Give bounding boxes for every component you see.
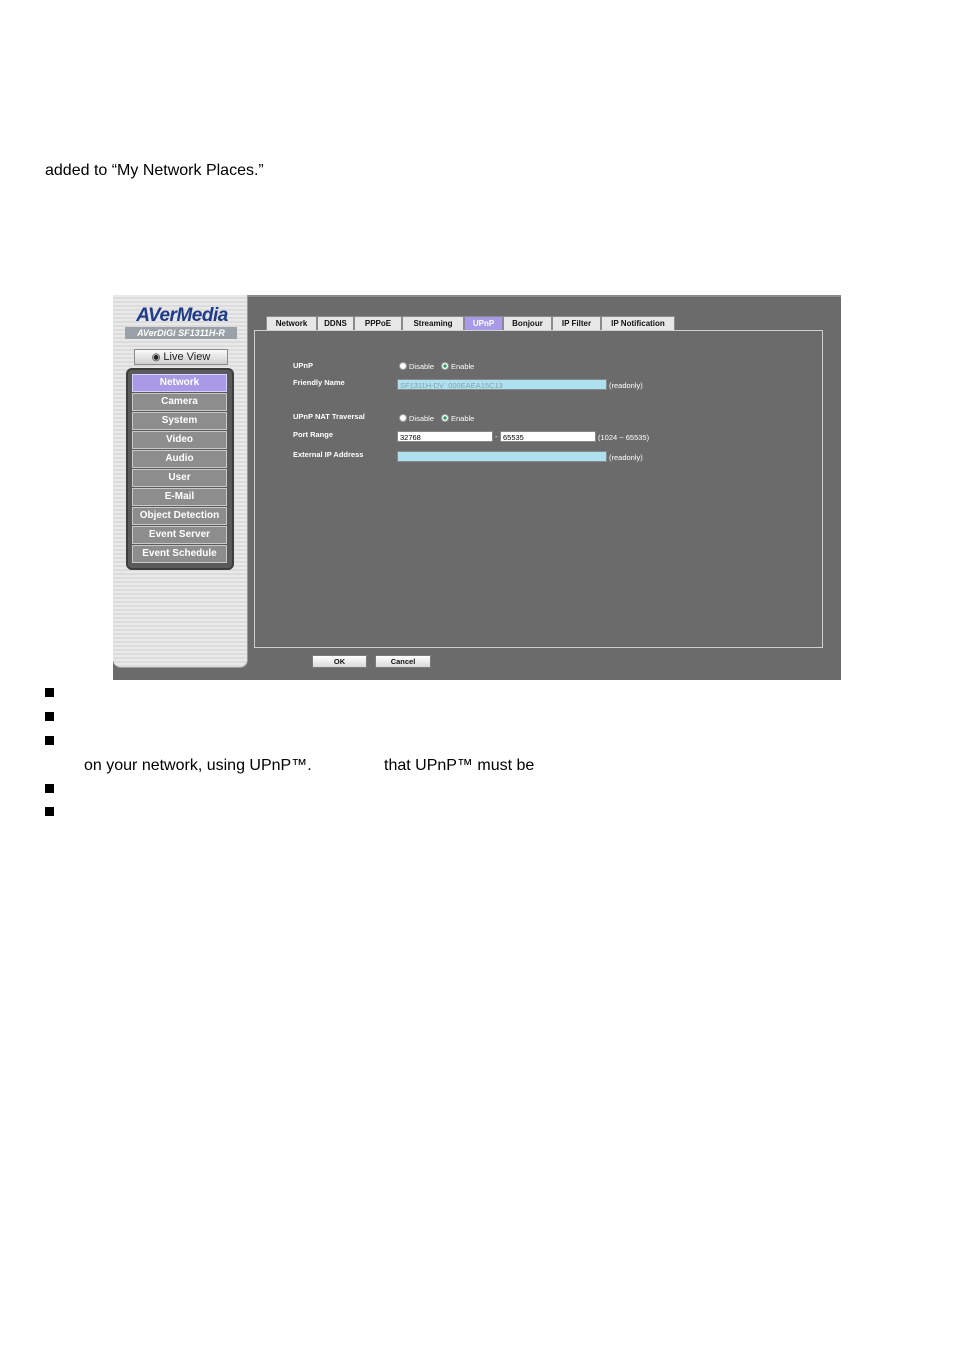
port-range-to-input[interactable]: 65535 [500,431,596,442]
ok-button[interactable]: OK [312,655,367,668]
upnp-panel: UPnP Disable Enable Friendly Name SF1311… [254,330,823,648]
menu-item-video[interactable]: Video [132,431,227,449]
radio-label: Enable [451,362,475,371]
menu-item-email[interactable]: E-Mail [132,488,227,506]
friendly-name-field[interactable]: SF1311H-DV_000EAEA15C13 [397,379,607,390]
bullet-marker [45,688,54,697]
port-range-from-input[interactable]: 32768 [397,431,493,442]
friendly-name-label: Friendly Name [293,378,345,387]
intro-text: added to “My Network Places.” [45,162,264,179]
external-ip-label: External IP Address [293,450,364,459]
sidebar: AVerMedia AVerDiGi SF1311H-R ◉ Live View … [113,295,248,668]
menu-item-event-schedule[interactable]: Event Schedule [132,545,227,563]
port-range-label: Port Range [293,430,334,439]
upnp-enable-radio[interactable]: Enable [441,362,474,371]
tab-ddns[interactable]: DDNS [317,316,354,331]
menu-item-user[interactable]: User [132,469,227,487]
friendly-name-readonly-note: (readonly) [609,381,643,390]
upnp-label: UPnP [293,361,314,370]
tab-bonjour[interactable]: Bonjour [503,316,552,331]
port-range-hint: (1024 ~ 65535) [598,433,650,442]
cancel-button[interactable]: Cancel [375,655,431,668]
brand-logo: AVerMedia [136,305,228,326]
external-ip-field[interactable] [397,451,607,462]
menu-item-object-detection[interactable]: Object Detection [132,507,227,525]
tab-upnp[interactable]: UPnP [464,316,503,331]
live-view-button[interactable]: ◉ Live View [134,349,228,365]
tab-streaming[interactable]: Streaming [402,316,464,331]
radio-selected-icon [441,414,449,422]
bullet-continuation-text: on your network, using UPnP™. [84,757,312,774]
tab-pppoe[interactable]: PPPoE [354,316,402,331]
menu-item-camera[interactable]: Camera [132,393,227,411]
eye-icon: ◉ [151,352,161,363]
nat-disable-radio[interactable]: Disable [399,414,434,423]
settings-menu: Network Camera System Video Audio User E… [126,368,234,570]
bullet-marker [45,736,54,745]
menu-item-system[interactable]: System [132,412,227,430]
tab-ip-notification[interactable]: IP Notification [601,316,675,331]
menu-item-audio[interactable]: Audio [132,450,227,468]
upnp-settings-screenshot: AVerMedia AVerDiGi SF1311H-R ◉ Live View … [113,295,841,680]
nat-traversal-label: UPnP NAT Traversal [293,412,365,421]
external-ip-readonly-note: (readonly) [609,453,643,462]
radio-label: Enable [451,414,475,423]
live-view-label: Live View [163,351,211,363]
radio-icon [399,414,407,422]
bullet-marker [45,712,54,721]
radio-label: Disable [409,362,435,371]
bullet-marker [45,784,54,793]
upnp-disable-radio[interactable]: Disable [399,362,434,371]
radio-label: Disable [409,414,435,423]
model-badge: AVerDiGi SF1311H-R [125,327,237,339]
tab-ip-filter[interactable]: IP Filter [552,316,601,331]
menu-item-network[interactable]: Network [132,374,227,392]
bullet-continuation-text: that UPnP™ must be [384,757,535,774]
menu-item-event-server[interactable]: Event Server [132,526,227,544]
port-range-separator: - [495,432,498,441]
radio-icon [399,362,407,370]
tab-network[interactable]: Network [266,316,317,331]
nat-enable-radio[interactable]: Enable [441,414,474,423]
bullet-marker [45,807,54,816]
radio-selected-icon [441,362,449,370]
